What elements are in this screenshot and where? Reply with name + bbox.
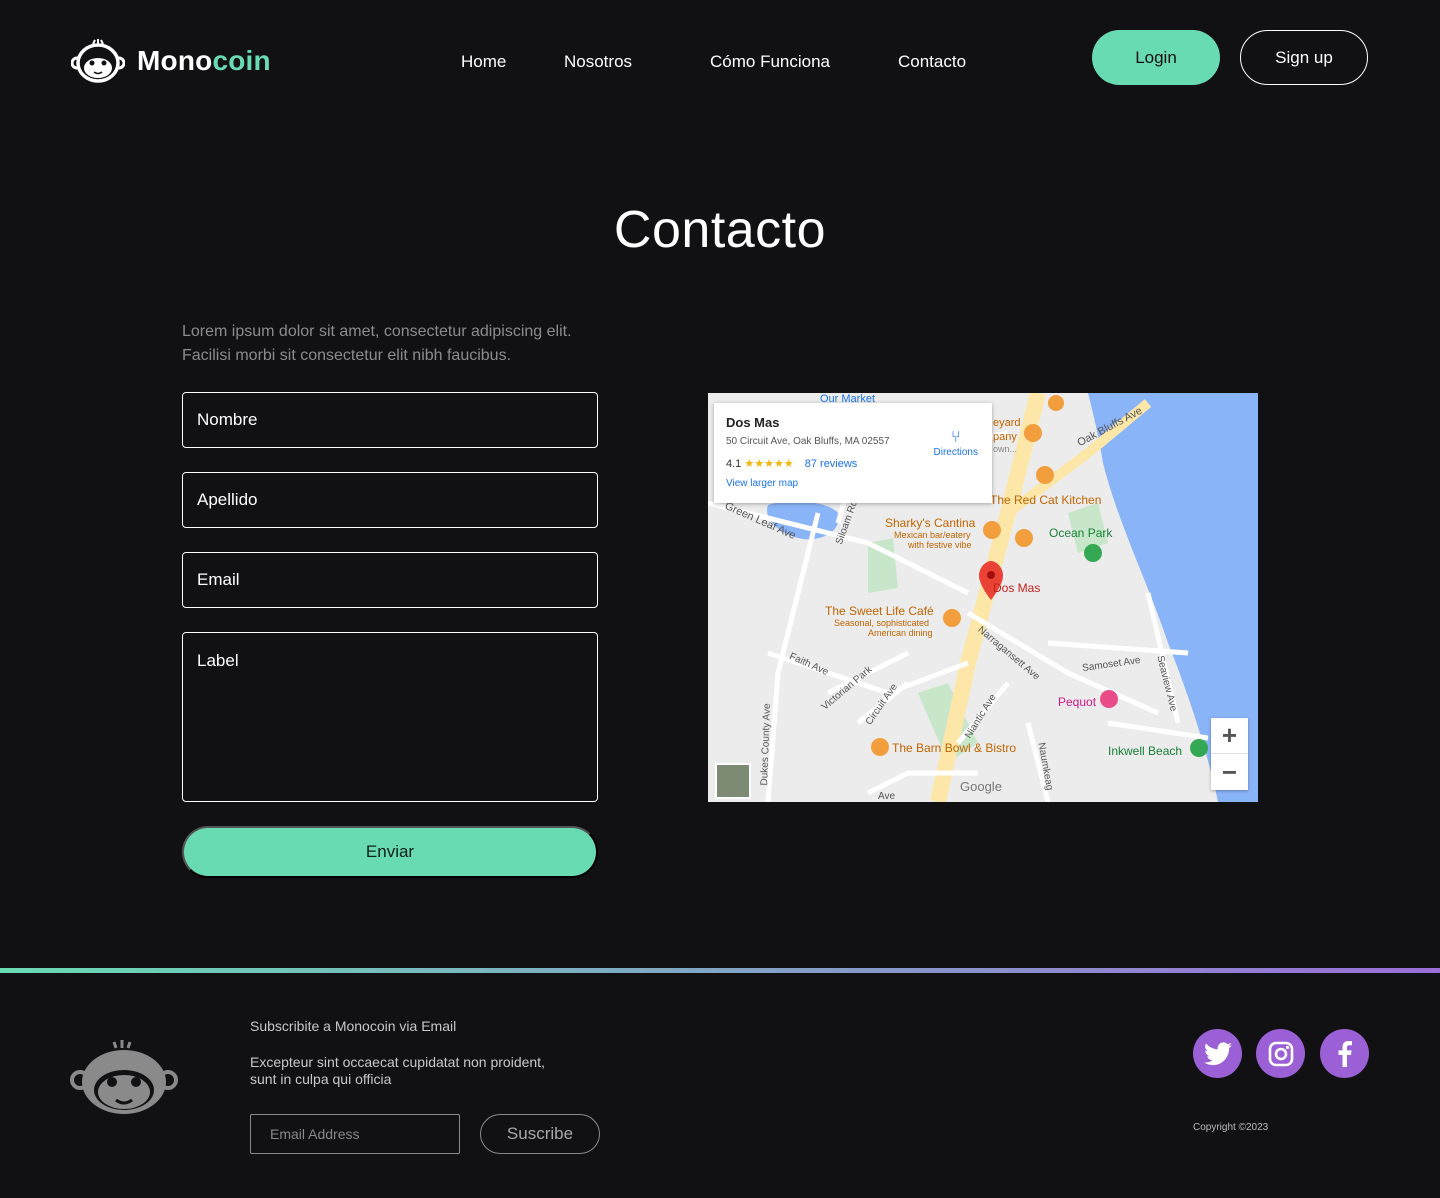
map-label-pequot: Pequot bbox=[1058, 695, 1097, 709]
instagram-icon bbox=[1268, 1041, 1293, 1066]
map-zoom-controls: + − bbox=[1211, 718, 1248, 790]
map-place-rating: 4.1 ★★★★★ 87 reviews bbox=[726, 457, 980, 470]
brand-name-part1: Mono bbox=[137, 45, 213, 76]
map-label-sweet-sub2: American dining bbox=[868, 628, 933, 638]
map-label-sweet-sub1: Seasonal, sophisticated bbox=[834, 618, 930, 628]
map-google-logo: Google bbox=[960, 779, 1002, 794]
facebook-icon bbox=[1338, 1040, 1352, 1067]
email-field[interactable]: Email bbox=[182, 552, 598, 608]
copyright-text: Copyright ©2023 bbox=[1193, 1122, 1269, 1133]
first-name-placeholder: Nombre bbox=[197, 410, 258, 429]
footer-monkey-icon bbox=[70, 1040, 178, 1114]
last-name-field[interactable]: Apellido bbox=[182, 472, 598, 528]
map-label-town: own... bbox=[993, 444, 1018, 454]
monkey-logo-icon bbox=[71, 39, 125, 83]
view-larger-map-link[interactable]: View larger map bbox=[726, 478, 980, 489]
footer-divider bbox=[0, 968, 1440, 973]
map-rating-value: 4.1 bbox=[726, 458, 742, 470]
map-label-ocean-park: Ocean Park bbox=[1049, 526, 1113, 540]
brand-name: Monocoin bbox=[137, 45, 271, 77]
directions-icon: ⑂ bbox=[950, 429, 961, 446]
subscribe-email-placeholder: Email Address bbox=[270, 1126, 360, 1142]
map-label-sharkys-cantina: Sharky's Cantina bbox=[885, 516, 976, 530]
nav-contact[interactable]: Contacto bbox=[898, 52, 966, 72]
map-rating-stars: ★★★★★ bbox=[744, 458, 794, 470]
map-label-red-cat-kitchen: The Red Cat Kitchen bbox=[990, 493, 1102, 507]
nav-about[interactable]: Nosotros bbox=[564, 52, 632, 72]
email-placeholder: Email bbox=[197, 570, 240, 589]
map-label-vineyard: eyard bbox=[993, 417, 1021, 429]
map-label-sharkys-sub1: Mexican bar/eatery bbox=[894, 530, 971, 540]
submit-button[interactable]: Enviar bbox=[182, 826, 598, 878]
message-placeholder: Label bbox=[197, 651, 239, 670]
zoom-in-button[interactable]: + bbox=[1211, 718, 1248, 754]
message-textarea[interactable]: Label bbox=[182, 632, 598, 802]
login-button[interactable]: Login bbox=[1092, 30, 1220, 85]
map-reviews-link[interactable]: 87 reviews bbox=[805, 458, 858, 470]
first-name-field[interactable]: Nombre bbox=[182, 392, 598, 448]
map-label-ave-bottom: Ave bbox=[878, 791, 896, 802]
brand-logo[interactable]: Monocoin bbox=[71, 39, 271, 83]
embedded-map[interactable]: Our Market eyard pany own... Oak Bluffs … bbox=[708, 393, 1258, 802]
map-place-name: Dos Mas bbox=[726, 415, 780, 430]
page-title: Contacto bbox=[613, 201, 827, 259]
nav-home[interactable]: Home bbox=[461, 52, 506, 72]
page-lead: Lorem ipsum dolor sit amet, consectetur … bbox=[182, 323, 572, 364]
subscribe-text: Excepteur sint occaecat cupidatat non pr… bbox=[250, 1054, 545, 1087]
facebook-link[interactable] bbox=[1320, 1029, 1369, 1078]
map-label-dos-mas: Dos Mas bbox=[993, 581, 1041, 595]
zoom-out-button[interactable]: − bbox=[1211, 754, 1248, 790]
map-label-sweet-life-cafe: The Sweet Life Café bbox=[825, 604, 934, 618]
subscribe-email-input[interactable]: Email Address bbox=[250, 1114, 460, 1154]
twitter-link[interactable] bbox=[1193, 1029, 1242, 1078]
last-name-placeholder: Apellido bbox=[197, 490, 258, 509]
map-label-sharkys-sub2: with festive vibe bbox=[908, 540, 972, 550]
directions-link[interactable]: ⑂ Directions bbox=[934, 429, 978, 458]
map-label-company: pany bbox=[993, 431, 1017, 443]
map-place-card: Dos Mas 50 Circuit Ave, Oak Bluffs, MA 0… bbox=[714, 403, 992, 503]
directions-label: Directions bbox=[933, 447, 978, 458]
map-label-inkwell-beach: Inkwell Beach bbox=[1108, 744, 1183, 758]
twitter-icon bbox=[1203, 1041, 1232, 1065]
map-label-barn-bowl: The Barn Bowl & Bistro bbox=[892, 741, 1017, 755]
instagram-link[interactable] bbox=[1256, 1029, 1305, 1078]
subscribe-button[interactable]: Suscribe bbox=[480, 1114, 600, 1154]
brand-name-part2: coin bbox=[212, 45, 271, 76]
signup-button[interactable]: Sign up bbox=[1240, 30, 1368, 85]
subscribe-title: Subscribite a Monocoin via Email bbox=[250, 1018, 457, 1034]
nav-how-it-works[interactable]: Cómo Funciona bbox=[710, 52, 830, 72]
